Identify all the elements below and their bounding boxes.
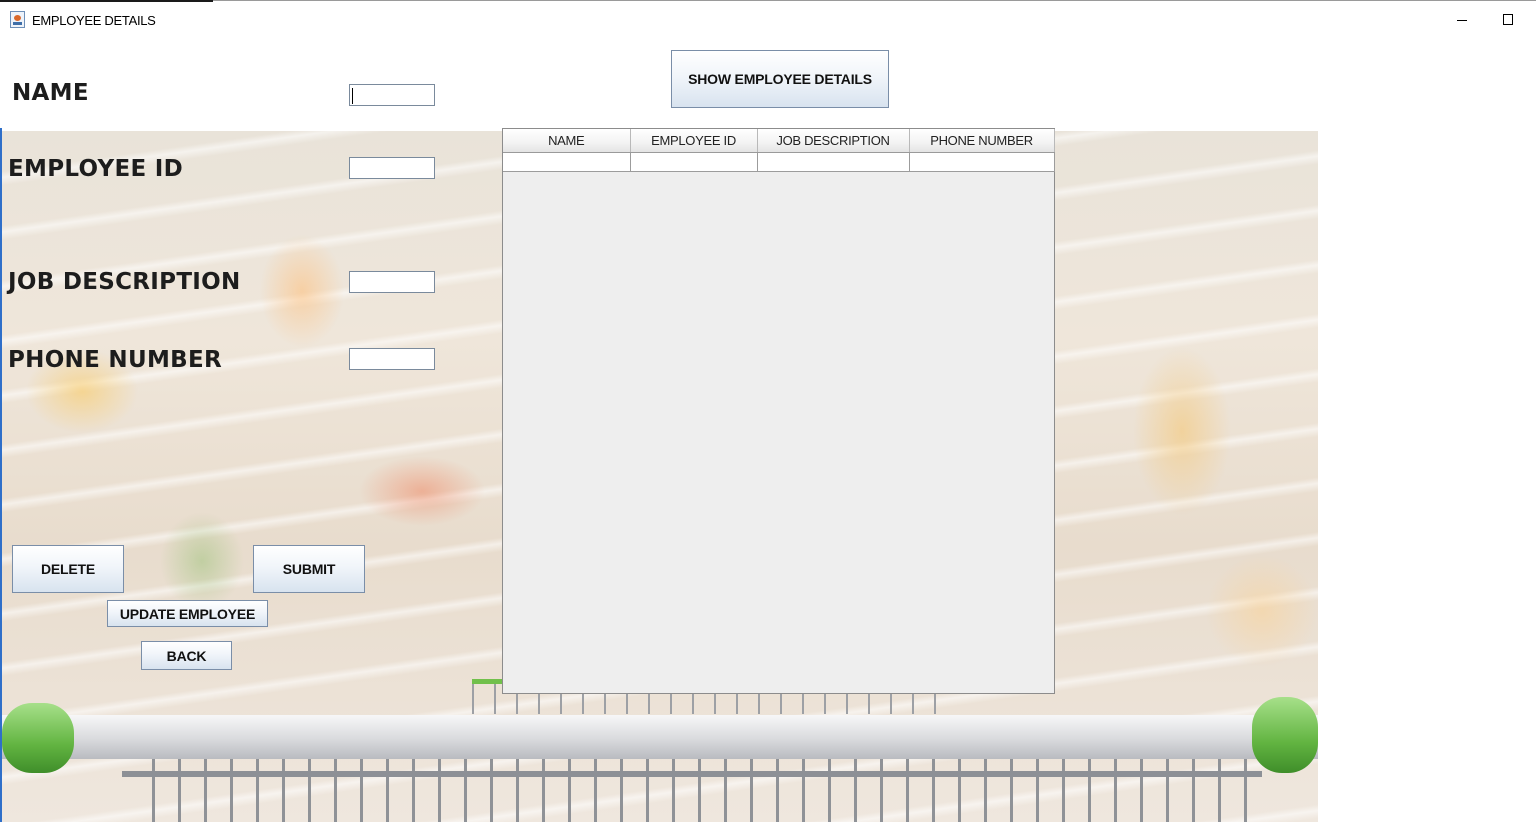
delete-button[interactable]: DELETE — [12, 545, 124, 593]
title-bar: EMPLOYEE DETAILS — [0, 0, 1536, 40]
table-cell[interactable] — [757, 152, 910, 172]
cart-handle-cap-left — [2, 703, 74, 773]
window-title: EMPLOYEE DETAILS — [32, 13, 156, 28]
table-cell[interactable] — [909, 152, 1055, 172]
column-header-phone-number[interactable]: PHONE NUMBER — [909, 129, 1055, 153]
cart-handle — [2, 715, 1318, 759]
title-bar-edge-dark — [0, 0, 213, 2]
column-header-employee-id[interactable]: EMPLOYEE ID — [630, 129, 758, 153]
table-header-row: NAME EMPLOYEE ID JOB DESCRIPTION PHONE N… — [503, 129, 1055, 153]
table-cell[interactable] — [630, 152, 758, 172]
job-description-label: JOB DESCRIPTION — [8, 269, 241, 295]
column-header-name[interactable]: NAME — [503, 129, 631, 153]
cart-rim — [122, 771, 1262, 777]
back-button[interactable]: BACK — [141, 641, 232, 670]
name-input[interactable] — [349, 84, 435, 106]
java-cup-icon — [10, 11, 25, 28]
column-header-job-description[interactable]: JOB DESCRIPTION — [757, 129, 910, 153]
update-employee-button[interactable]: UPDATE EMPLOYEE — [107, 600, 268, 627]
employee-id-input[interactable] — [349, 157, 435, 179]
employee-table-panel: NAME EMPLOYEE ID JOB DESCRIPTION PHONE N… — [502, 128, 1055, 694]
table-cell[interactable] — [503, 152, 631, 172]
title-bar-edge — [213, 0, 1536, 1]
text-caret — [352, 88, 353, 104]
minimize-icon[interactable] — [1450, 10, 1474, 30]
phone-number-input[interactable] — [349, 348, 435, 370]
submit-button[interactable]: SUBMIT — [253, 545, 365, 593]
show-employee-details-button[interactable]: SHOW EMPLOYEE DETAILS — [671, 50, 889, 108]
content-pane: NAME EMPLOYEE ID JOB DESCRIPTION PHONE N… — [0, 40, 1536, 822]
table-row[interactable] — [503, 152, 1055, 172]
cart-handle-cap-right — [1252, 697, 1318, 773]
employee-table: NAME EMPLOYEE ID JOB DESCRIPTION PHONE N… — [503, 129, 1055, 172]
employee-id-label: EMPLOYEE ID — [8, 156, 184, 182]
cart-basket — [152, 759, 1252, 822]
maximize-icon[interactable] — [1496, 10, 1520, 30]
phone-number-label: PHONE NUMBER — [8, 347, 222, 373]
job-description-input[interactable] — [349, 271, 435, 293]
name-label: NAME — [12, 80, 89, 106]
